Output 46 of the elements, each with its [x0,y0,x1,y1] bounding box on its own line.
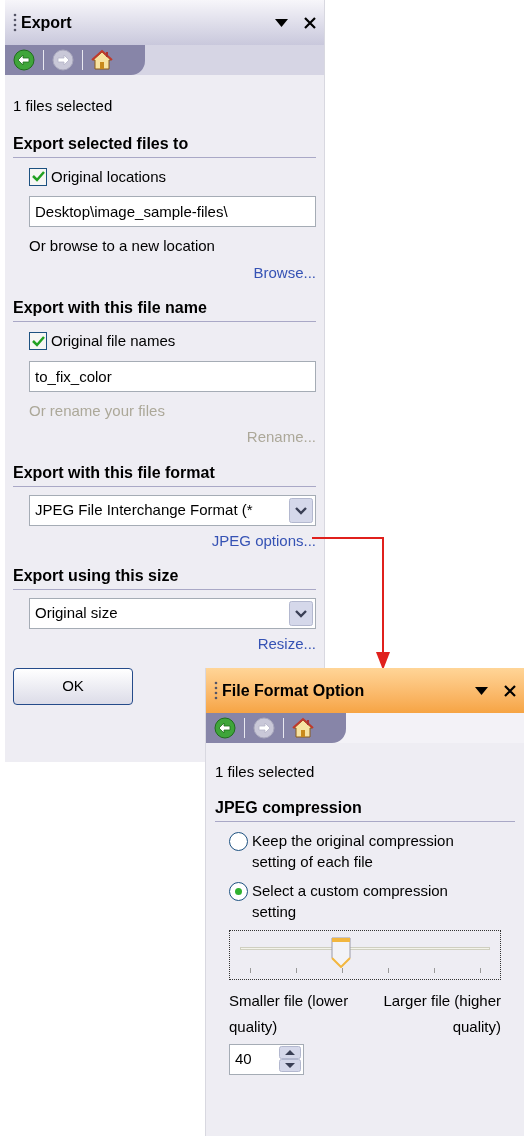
selection-count: 1 files selected [215,762,316,782]
caret-down-icon[interactable] [275,18,288,27]
grip-icon[interactable] [214,680,218,701]
caret-down-icon[interactable] [475,686,488,695]
close-icon[interactable] [504,684,516,697]
checkbox-label[interactable]: Original file names [51,330,176,353]
link[interactable]: Resize... [257,633,316,656]
dropdown-value: Original size [35,603,118,624]
quality-spin-field[interactable]: 40 [229,1043,304,1075]
panel-title: Export [21,12,73,33]
quality-value: 40 [235,1048,252,1069]
panel-title: File Format Option [222,680,366,701]
section-heading: Export with this file format [13,460,316,487]
section-heading: Export selected files to [13,131,316,158]
section-heading: Export using this size [13,564,316,590]
text-field[interactable]: to_fix_color [29,360,316,392]
slider-min-label: Smaller file (lower quality) [229,990,350,1037]
compression-slider[interactable] [229,929,501,980]
grip-icon[interactable] [13,12,17,33]
home-icon[interactable] [91,49,113,71]
check-icon [31,335,45,347]
close-icon[interactable] [304,16,316,29]
link[interactable]: JPEG options... [211,529,316,552]
hint-text: Or rename your files [29,400,166,421]
checkbox[interactable] [29,167,47,186]
radio-label[interactable]: Select a custom compression setting [252,879,492,922]
radio-button[interactable] [229,881,248,901]
selection-count: 1 files selected [13,96,114,116]
dropdown[interactable]: Original size [29,598,316,629]
ok-button[interactable]: OK [13,667,133,705]
radio-button[interactable] [229,831,248,851]
home-icon[interactable] [292,717,314,739]
text-field[interactable]: Desktop\image_sample-files\ [29,196,316,227]
dropdown[interactable]: JPEG File Interchange Format (* [29,494,316,526]
spin-arrows-icon[interactable] [279,1046,301,1072]
dropdown-value: JPEG File Interchange Format (* [35,499,253,520]
link[interactable]: Browse... [253,261,316,284]
radio-label[interactable]: Keep the original compression setting of each file [252,829,492,872]
checkbox[interactable] [29,332,47,351]
slider-max-label: Larger file (higher quality) [382,990,501,1037]
slider-thumb[interactable] [329,935,352,968]
hint-text: Or browse to a new location [29,236,216,256]
checkbox-label[interactable]: Original locations [51,165,167,188]
section-heading: Export with this file name [13,296,316,322]
check-icon [31,171,45,183]
section-heading: JPEG compression [215,795,515,822]
